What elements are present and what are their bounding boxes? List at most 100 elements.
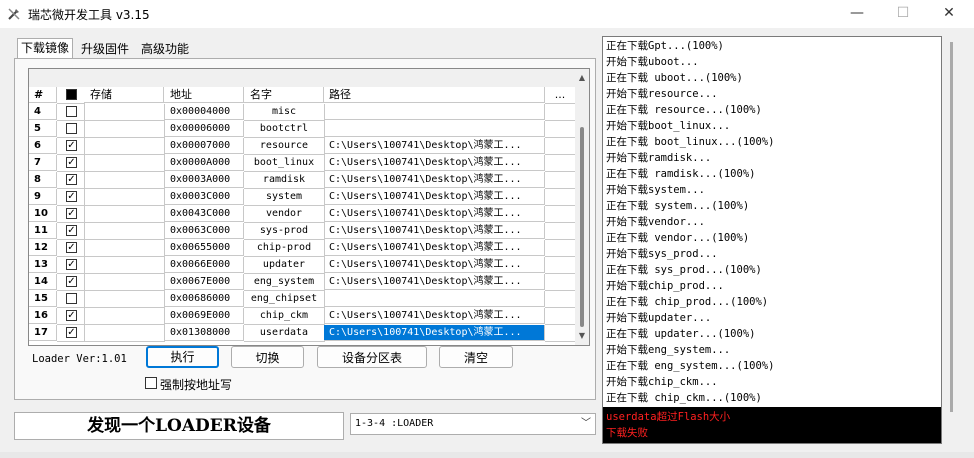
partition-table-button[interactable]: 设备分区表 — [317, 346, 427, 368]
checked-checkbox[interactable]: ✓ — [66, 140, 77, 151]
col-header-more[interactable]: ... — [545, 87, 576, 104]
checked-checkbox[interactable]: ✓ — [66, 208, 77, 219]
row-checkbox-cell[interactable] — [57, 291, 85, 308]
row-path[interactable]: C:\Users\100741\Desktop\鸿蒙工... — [324, 257, 545, 273]
device-select[interactable]: 1-3-4 :LOADER ﹀ — [350, 413, 596, 435]
col-header-address[interactable]: 地址 — [164, 87, 244, 103]
table-row[interactable]: 5 0x00006000 bootctrl — [29, 121, 576, 138]
row-more[interactable] — [545, 104, 576, 121]
row-more[interactable] — [545, 223, 576, 240]
scroll-up-icon[interactable]: ▲ — [577, 73, 587, 83]
checked-checkbox[interactable]: ✓ — [66, 191, 77, 202]
row-address: 0x0000A000 — [164, 155, 244, 171]
checked-checkbox[interactable]: ✓ — [66, 259, 77, 270]
row-path[interactable]: C:\Users\100741\Desktop\鸿蒙工... — [324, 223, 545, 239]
table-row[interactable]: 8 ✓ 0x0003A000 ramdisk C:\Users\100741\Deskt… — [29, 172, 576, 189]
table-row[interactable]: 16 ✓ 0x0069E000 chip_ckm C:\Users\100741\Des… — [29, 308, 576, 325]
checked-checkbox[interactable]: ✓ — [66, 276, 77, 287]
row-checkbox-cell[interactable]: ✓ — [57, 189, 85, 206]
row-more[interactable] — [545, 189, 576, 206]
tab-download-image[interactable]: 下载镜像 — [17, 38, 74, 59]
col-header-storage[interactable]: 存储 — [84, 87, 164, 103]
force-address-label[interactable]: 强制按地址写 — [160, 376, 232, 393]
row-path[interactable]: C:\Users\100741\Desktop\鸿蒙工... — [324, 325, 545, 341]
table-row[interactable]: 4 0x00004000 misc — [29, 104, 576, 121]
row-path[interactable]: C:\Users\100741\Desktop\鸿蒙工... — [324, 189, 545, 205]
row-more[interactable] — [545, 155, 576, 172]
row-path[interactable]: C:\Users\100741\Desktop\鸿蒙工... — [324, 206, 545, 222]
table-row[interactable]: 17 ✓ 0x01308000 userdata C:\Users\100741\Des… — [29, 325, 576, 342]
table-row[interactable]: 10 ✓ 0x0043C000 vendor C:\Users\100741\Deskt… — [29, 206, 576, 223]
log-line: 开始下载eng_system... — [606, 344, 731, 356]
unchecked-checkbox[interactable] — [66, 123, 77, 134]
row-path[interactable]: C:\Users\100741\Desktop\鸿蒙工... — [324, 274, 545, 290]
row-checkbox-cell[interactable]: ✓ — [57, 308, 85, 325]
row-more[interactable] — [545, 325, 576, 342]
unchecked-checkbox[interactable] — [66, 293, 77, 304]
row-more[interactable] — [545, 274, 576, 291]
minimize-button[interactable]: — — [834, 0, 880, 28]
checked-checkbox[interactable]: ✓ — [66, 157, 77, 168]
row-checkbox-cell[interactable]: ✓ — [57, 223, 85, 240]
select-all-checkbox[interactable] — [66, 89, 77, 100]
row-checkbox-cell[interactable]: ✓ — [57, 257, 85, 274]
row-checkbox-cell[interactable]: ✓ — [57, 274, 85, 291]
row-path[interactable]: C:\Users\100741\Desktop\鸿蒙工... — [324, 240, 545, 256]
log-scrollbar[interactable] — [944, 36, 958, 444]
col-header-name[interactable]: 名字 — [244, 87, 324, 103]
force-address-checkbox[interactable] — [145, 377, 157, 389]
row-checkbox-cell[interactable]: ✓ — [57, 206, 85, 223]
row-path[interactable]: C:\Users\100741\Desktop\鸿蒙工... — [324, 172, 545, 188]
scrollbar-thumb[interactable] — [580, 127, 584, 327]
clear-button[interactable]: 清空 — [439, 346, 513, 368]
unchecked-checkbox[interactable] — [66, 106, 77, 117]
row-path[interactable]: C:\Users\100741\Desktop\鸿蒙工... — [324, 138, 545, 154]
row-path[interactable] — [324, 121, 545, 137]
row-path[interactable]: C:\Users\100741\Desktop\鸿蒙工... — [324, 155, 545, 171]
close-button[interactable]: ✕ — [926, 0, 972, 28]
table-row[interactable]: 11 ✓ 0x0063C000 sys-prod C:\Users\100741\Des… — [29, 223, 576, 240]
row-checkbox-cell[interactable]: ✓ — [57, 172, 85, 189]
row-path[interactable] — [324, 291, 545, 307]
chevron-down-icon[interactable]: ﹀ — [581, 414, 591, 434]
table-row[interactable]: 14 ✓ 0x0067E000 eng_system C:\Users\100741\D… — [29, 274, 576, 291]
switch-button[interactable]: 切换 — [231, 346, 304, 368]
row-more[interactable] — [545, 308, 576, 325]
col-header-check[interactable] — [57, 87, 85, 104]
row-number: 5 — [29, 121, 57, 137]
checked-checkbox[interactable]: ✓ — [66, 242, 77, 253]
tab-upgrade-firmware[interactable]: 升级固件 — [78, 40, 132, 58]
table-row[interactable]: 12 ✓ 0x00655000 chip-prod C:\Users\100741\De… — [29, 240, 576, 257]
row-checkbox-cell[interactable] — [57, 104, 85, 121]
row-more[interactable] — [545, 138, 576, 155]
row-path[interactable]: C:\Users\100741\Desktop\鸿蒙工... — [324, 308, 545, 324]
table-row[interactable]: 6 ✓ 0x00007000 resource C:\Users\100741\Desk… — [29, 138, 576, 155]
log-scrollbar-thumb[interactable] — [950, 42, 953, 412]
row-more[interactable] — [545, 172, 576, 189]
checked-checkbox[interactable]: ✓ — [66, 174, 77, 185]
checked-checkbox[interactable]: ✓ — [66, 225, 77, 236]
table-row[interactable]: 13 ✓ 0x0066E000 updater C:\Users\100741\Desk… — [29, 257, 576, 274]
table-row[interactable]: 15 0x00686000 eng_chipset — [29, 291, 576, 308]
execute-button[interactable]: 执行 — [146, 346, 219, 368]
row-more[interactable] — [545, 121, 576, 138]
tab-advanced[interactable]: 高级功能 — [138, 40, 192, 58]
scroll-down-icon[interactable]: ▼ — [577, 331, 587, 341]
row-path[interactable] — [324, 104, 545, 120]
checked-checkbox[interactable]: ✓ — [66, 327, 77, 338]
row-checkbox-cell[interactable]: ✓ — [57, 138, 85, 155]
maximize-button[interactable]: ☐ — [880, 0, 926, 28]
row-more[interactable] — [545, 291, 576, 308]
row-checkbox-cell[interactable] — [57, 121, 85, 138]
table-scrollbar[interactable]: ▲ ▼ — [575, 69, 589, 345]
row-checkbox-cell[interactable]: ✓ — [57, 325, 85, 342]
table-row[interactable]: 9 ✓ 0x0003C000 system C:\Users\100741\Deskto… — [29, 189, 576, 206]
checked-checkbox[interactable]: ✓ — [66, 310, 77, 321]
row-checkbox-cell[interactable]: ✓ — [57, 155, 85, 172]
row-more[interactable] — [545, 257, 576, 274]
col-header-path[interactable]: 路径 — [324, 87, 545, 103]
table-row[interactable]: 7 ✓ 0x0000A000 boot_linux C:\Users\100741\De… — [29, 155, 576, 172]
row-more[interactable] — [545, 206, 576, 223]
row-more[interactable] — [545, 240, 576, 257]
row-checkbox-cell[interactable]: ✓ — [57, 240, 85, 257]
